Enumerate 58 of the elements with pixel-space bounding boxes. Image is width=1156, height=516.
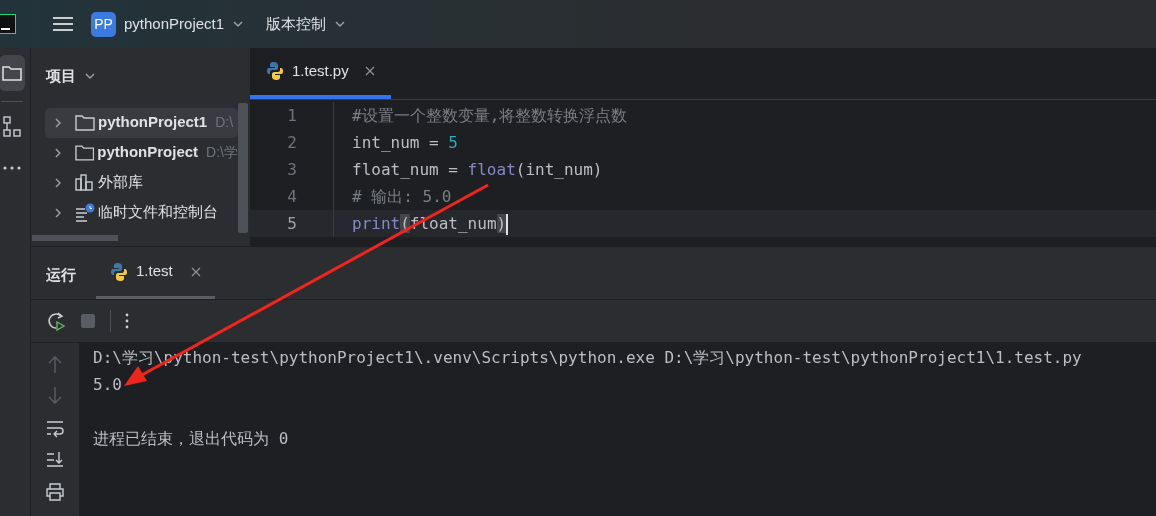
item-label: pythonProject1 (98, 112, 208, 133)
structure-icon (3, 116, 21, 138)
console-exit-message: 进程已结束，退出代码为 0 (93, 428, 289, 450)
project-tool-button[interactable] (0, 55, 25, 91)
stop-icon (80, 313, 96, 329)
code-line: float_num = float(int_num) (351, 159, 603, 181)
library-icon (75, 172, 95, 193)
close-icon (364, 66, 375, 76)
line-number: 2 (250, 129, 334, 156)
menu-icon[interactable] (53, 16, 73, 32)
arrow-down-icon (46, 387, 64, 406)
wrap-icon (46, 419, 64, 438)
project-view-dropdown[interactable]: 项目 (46, 65, 96, 88)
chevron-right-icon (53, 116, 63, 129)
app-logo-icon (0, 14, 16, 34)
rerun-icon (46, 311, 66, 331)
console-output: 5.0 (93, 374, 122, 396)
line-number: 1 (250, 102, 334, 129)
folder-icon (75, 112, 95, 133)
line-number: 5 (250, 210, 334, 237)
line-number: 3 (250, 156, 334, 183)
item-label: pythonProject (97, 142, 199, 163)
python-icon (266, 61, 284, 81)
folder-icon (2, 65, 22, 81)
tree-item[interactable]: 外部库 (45, 167, 238, 198)
code-line: int_num = 5 (351, 132, 458, 154)
tree-item[interactable]: 临时文件和控制台 (45, 197, 238, 228)
scroll-to-end-icon (46, 451, 64, 470)
editor-tab[interactable]: 1.test.py (250, 48, 391, 99)
python-icon (110, 261, 128, 282)
panel-title: 运行 (46, 264, 76, 285)
scratch-file-icon (75, 202, 95, 223)
chevron-right-icon (53, 206, 63, 219)
item-label: 外部库 (98, 172, 143, 193)
item-label: 临时文件和控制台 (98, 202, 218, 223)
rerun-button[interactable] (46, 311, 66, 331)
scrollbar-thumb[interactable] (238, 103, 248, 233)
folder-icon (74, 142, 95, 163)
tree-item[interactable]: pythonProject D:\学 (45, 137, 238, 168)
soft-wrap-button[interactable] (46, 419, 64, 438)
close-icon (190, 266, 201, 277)
chevron-right-icon (53, 176, 63, 189)
more-options-button[interactable] (125, 313, 129, 329)
printer-icon (46, 483, 64, 502)
scroll-to-end-button[interactable] (46, 451, 64, 470)
item-path: D:\学 (206, 143, 238, 162)
project-menu[interactable]: PP pythonProject1 (91, 11, 245, 37)
code-line: # 输出: 5.0 (351, 186, 452, 208)
scrollbar-thumb[interactable] (32, 235, 118, 241)
print-button[interactable] (46, 483, 64, 502)
more-vertical-icon (125, 313, 129, 329)
chevron-right-icon (53, 146, 63, 159)
vcs-menu[interactable]: 版本控制 (266, 12, 347, 36)
item-path: D:\ (215, 113, 234, 132)
tree-item[interactable]: pythonProject1 D:\ (45, 107, 238, 138)
code-line: #设置一个整数变量,将整数转换浮点数 (351, 105, 628, 127)
more-icon (3, 166, 21, 170)
arrow-up-icon (46, 355, 64, 374)
